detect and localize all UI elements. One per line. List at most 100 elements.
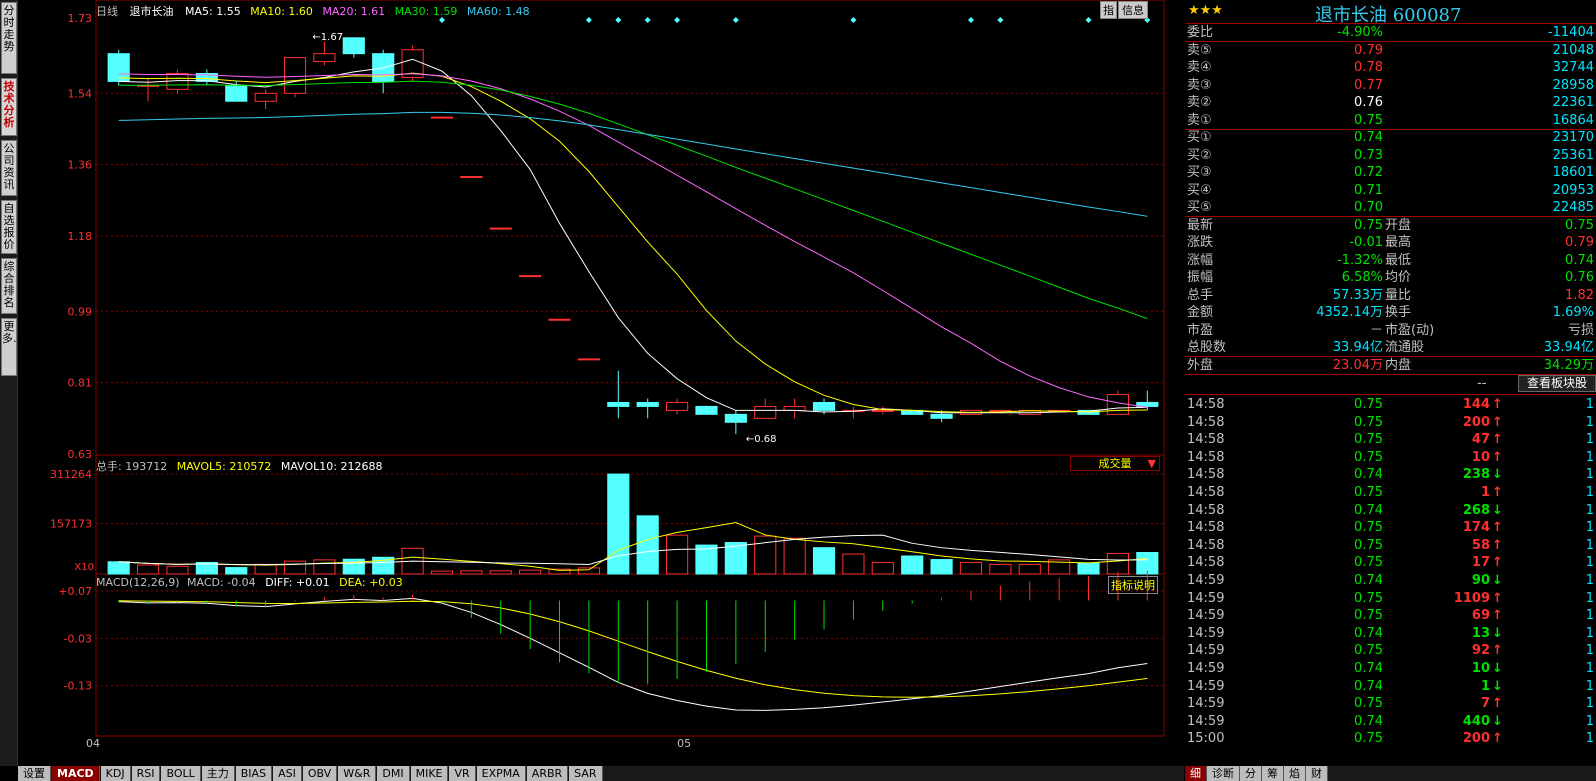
indicator-tab-13[interactable]: EXPMA xyxy=(476,766,526,781)
tick-count: 1 xyxy=(1585,696,1594,712)
volume-bar xyxy=(959,561,983,575)
tick-count: 1 xyxy=(1585,713,1594,729)
vol-total: 总手: 193712 xyxy=(96,460,168,473)
stat-label: 市盈 xyxy=(1187,322,1214,338)
indicator-tab-6[interactable]: BIAS xyxy=(235,766,273,781)
indicator-tab-14[interactable]: ARBR xyxy=(526,766,569,781)
candle-body xyxy=(489,227,512,230)
arrow-up-icon: ↑ xyxy=(1492,590,1503,606)
tick-row: 14:59 0.75 69 ↑ 1 xyxy=(1185,607,1596,625)
sell-row: 卖② 0.76 22361 xyxy=(1185,94,1596,112)
candle-body xyxy=(930,413,953,419)
arrow-down-icon: ↓ xyxy=(1492,661,1503,676)
sell-volume: 21048 xyxy=(1552,42,1594,58)
indicator-tab-10[interactable]: DMI xyxy=(377,766,410,781)
left-tab-2[interactable]: 公司资讯 xyxy=(1,140,17,196)
stat-row: 涨跌 -0.01 最高 0.79 xyxy=(1185,234,1596,252)
tick-volume: 7 xyxy=(1480,696,1490,712)
detail-tab-2[interactable]: 分 xyxy=(1240,766,1262,781)
candle-body xyxy=(460,176,483,179)
tick-count: 1 xyxy=(1585,731,1594,747)
buy-price: 0.71 xyxy=(1354,182,1383,198)
macd-header: MACD(12,26,9) MACD: -0.04 DIFF: +0.01 DE… xyxy=(96,576,403,589)
stat-value: 33.94亿 xyxy=(1543,340,1594,355)
indicator-tab-12[interactable]: VR xyxy=(449,766,476,781)
mavol10: MAVOL10: 212688 xyxy=(280,460,383,473)
volume-bar xyxy=(871,561,894,575)
sell-label: 卖④ xyxy=(1187,60,1212,75)
indicator-tab-15[interactable]: SAR xyxy=(569,766,603,781)
info-button[interactable]: 信息 xyxy=(1118,1,1148,19)
candle-body xyxy=(695,405,718,415)
event-marker-icon xyxy=(997,17,1004,23)
stat-label: 外盘 xyxy=(1187,357,1214,373)
left-tab-3[interactable]: 自选报价 xyxy=(1,200,17,254)
stat-label: 总手 xyxy=(1187,287,1214,303)
candle-body xyxy=(666,401,689,411)
macd-value: MACD: -0.04 xyxy=(187,576,256,589)
indicator-button[interactable]: 指 xyxy=(1100,1,1117,19)
stat-row: 最新 0.75 开盘 0.75 xyxy=(1185,217,1596,235)
volume-tick: 157173 xyxy=(50,518,92,531)
indicator-tab-8[interactable]: OBV xyxy=(302,766,338,781)
volume-dropdown[interactable]: 成交量 ▼ xyxy=(1070,456,1160,471)
volume-bar xyxy=(430,570,454,575)
volume-bar xyxy=(313,559,336,575)
stat-label: 量比 xyxy=(1385,287,1412,303)
indicator-tab-3[interactable]: RSI xyxy=(131,766,161,781)
tick-price: 0.75 xyxy=(1354,449,1383,465)
stat-value: 0.79 xyxy=(1565,235,1594,250)
tick-volume: 58 xyxy=(1471,537,1490,553)
stat-value: 0.75 xyxy=(1565,217,1594,233)
tick-count: 1 xyxy=(1585,449,1594,465)
candle-body xyxy=(577,358,600,361)
sell-label: 卖② xyxy=(1187,95,1212,110)
tick-volume: 268 xyxy=(1462,502,1490,518)
detail-tab-3[interactable]: 筹 xyxy=(1262,766,1284,781)
divider xyxy=(1185,394,1596,395)
indicator-tab-5[interactable]: 主力 xyxy=(201,766,235,781)
indicator-tab-2[interactable]: KDJ xyxy=(100,766,131,781)
indicator-tab-4[interactable]: BOLL xyxy=(161,766,201,781)
indicator-tab-0[interactable]: 设置 xyxy=(18,766,51,781)
detail-tab-5[interactable]: 财 xyxy=(1306,766,1328,781)
sell-label: 卖① xyxy=(1187,112,1212,128)
left-tab-4[interactable]: 综合排名 xyxy=(1,258,17,314)
macd-tick: -0.13 xyxy=(64,680,92,693)
volume-bar xyxy=(460,570,483,575)
tick-volume: 238 xyxy=(1462,467,1490,483)
left-tab-5[interactable]: 更多… xyxy=(1,318,24,376)
indicator-tab-9[interactable]: W&R xyxy=(338,766,377,781)
period-label: 日线 xyxy=(96,5,118,18)
detail-tab-0[interactable]: 细 xyxy=(1185,766,1207,781)
detail-tab-4[interactable]: 焰 xyxy=(1284,766,1306,781)
indicator-tab-1[interactable]: MACD xyxy=(52,766,100,781)
stat-label: 均价 xyxy=(1385,270,1412,285)
volume-bar xyxy=(989,563,1012,575)
tick-row: 14:58 0.74 238 ↓ 1 xyxy=(1185,466,1596,484)
tick-price: 0.74 xyxy=(1354,573,1383,588)
view-block-stocks-button[interactable]: 查看板块股 xyxy=(1517,375,1596,392)
tick-count: 1 xyxy=(1585,555,1594,571)
buy-row: 买③ 0.72 18601 xyxy=(1185,164,1596,182)
indicator-tab-11[interactable]: MIKE xyxy=(410,766,449,781)
volume-bar xyxy=(166,565,189,575)
event-marker-icon xyxy=(585,17,592,23)
tick-volume: 174 xyxy=(1462,520,1490,536)
detail-tab-1[interactable]: 诊断 xyxy=(1207,766,1240,781)
tick-row: 14:59 0.74 1 ↓ 1 xyxy=(1185,678,1596,696)
tick-row: 14:59 0.74 90 ↓ 1 xyxy=(1185,572,1596,590)
indicator-help-button[interactable]: 指标说明 xyxy=(1108,576,1158,594)
left-tab-bar: 分时走势技术分析公司资讯自选报价综合排名更多… xyxy=(0,0,24,766)
indicator-tab-7[interactable]: ASI xyxy=(273,766,302,781)
quote-title-bar: ★★★ 退市长油 600087 xyxy=(1185,0,1596,26)
arrow-up-icon: ↑ xyxy=(1492,397,1503,412)
buy-label: 买④ xyxy=(1187,182,1212,198)
left-tab-0[interactable]: 分时走势 xyxy=(1,2,17,74)
volume-bar xyxy=(842,553,865,575)
arrow-up-icon: ↑ xyxy=(1492,520,1503,536)
tick-row: 14:58 0.74 268 ↓ 1 xyxy=(1185,502,1596,520)
volume-bar xyxy=(107,561,130,575)
left-tab-1[interactable]: 技术分析 xyxy=(1,78,17,136)
tick-price: 0.75 xyxy=(1354,397,1383,412)
